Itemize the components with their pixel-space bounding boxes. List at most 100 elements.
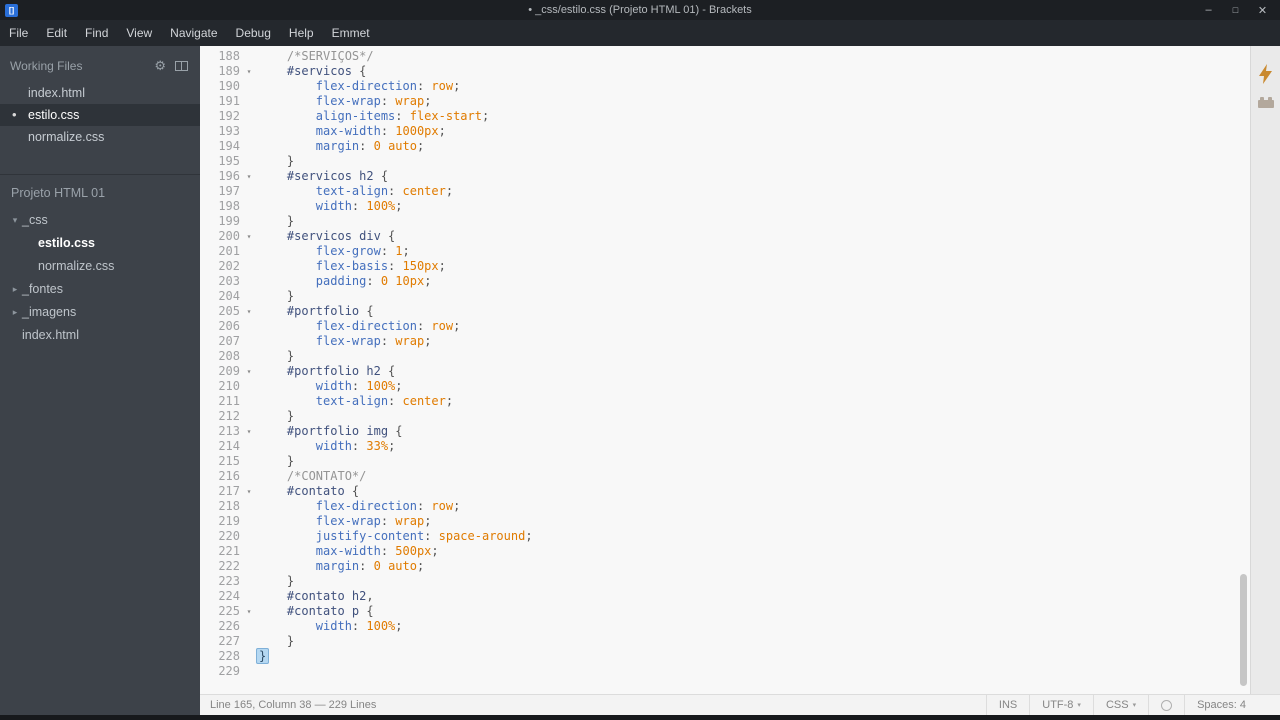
indent-label: Spaces: 4 bbox=[1197, 699, 1246, 711]
fold-gutter bbox=[240, 559, 258, 574]
fold-arrow-icon[interactable]: ▾ bbox=[240, 169, 258, 184]
code-text: align-items: flex-start; bbox=[315, 109, 490, 123]
fold-gutter bbox=[240, 214, 258, 229]
menu-navigate[interactable]: Navigate bbox=[161, 20, 226, 46]
fold-gutter bbox=[240, 259, 258, 274]
line-number: 228 bbox=[218, 649, 240, 663]
working-file-normalize.css[interactable]: normalize.css bbox=[0, 126, 200, 148]
fold-arrow-icon[interactable]: ▾ bbox=[240, 424, 258, 439]
close-button[interactable]: ✕ bbox=[1249, 0, 1276, 20]
code-text: } bbox=[258, 214, 295, 228]
tree-label: _imagens bbox=[22, 305, 77, 319]
language-selector[interactable]: CSS ▾ bbox=[1092, 695, 1148, 715]
right-toolbar bbox=[1250, 46, 1280, 694]
line-number: 215 bbox=[218, 454, 240, 468]
code-text: #servicos h2 { bbox=[286, 169, 389, 183]
tree-folder-_css[interactable]: ▾ _css bbox=[0, 209, 200, 232]
fold-gutter bbox=[240, 154, 258, 169]
menu-emmet[interactable]: Emmet bbox=[323, 20, 379, 46]
working-files-header-row: Working Files ⚙ bbox=[0, 46, 200, 82]
fold-gutter bbox=[240, 289, 258, 304]
minimize-button[interactable]: – bbox=[1195, 0, 1222, 20]
menu-file[interactable]: File bbox=[0, 20, 37, 46]
line-number: 213 bbox=[218, 424, 240, 438]
titlebar[interactable]: [] • _css/estilo.css (Projeto HTML 01) -… bbox=[0, 0, 1280, 20]
tree-file-normalize.css[interactable]: normalize.css bbox=[0, 255, 200, 278]
working-file-index.html[interactable]: index.html bbox=[0, 82, 200, 104]
line-number: 194 bbox=[218, 139, 240, 153]
code-line-193: 193 max-width: 1000px; bbox=[200, 124, 1250, 139]
code-line-219: 219 flex-wrap: wrap; bbox=[200, 514, 1250, 529]
fold-arrow-icon[interactable]: ▾ bbox=[240, 364, 258, 379]
code-text: /*SERVIÇOS*/ bbox=[286, 49, 374, 63]
line-number: 209 bbox=[218, 364, 240, 378]
code-line-220: 220 justify-content: space-around; bbox=[200, 529, 1250, 544]
code-text: } bbox=[258, 409, 295, 423]
encoding-selector[interactable]: UTF-8 ▾ bbox=[1029, 695, 1093, 715]
unsaved-dot: • bbox=[12, 107, 17, 122]
disclosure-expanded-icon[interactable]: ▾ bbox=[8, 209, 22, 232]
code-text: #servicos { bbox=[286, 64, 367, 78]
editor-scrollbar-thumb[interactable] bbox=[1240, 574, 1247, 686]
code-text: } bbox=[258, 574, 295, 588]
line-number: 200 bbox=[218, 229, 240, 243]
line-number: 198 bbox=[218, 199, 240, 213]
code-line-197: 197 text-align: center; bbox=[200, 184, 1250, 199]
fold-gutter bbox=[240, 349, 258, 364]
fold-gutter bbox=[240, 529, 258, 544]
window-bottom-edge bbox=[0, 715, 1280, 720]
menu-edit[interactable]: Edit bbox=[37, 20, 76, 46]
indent-setting[interactable]: Spaces: 4 bbox=[1184, 695, 1280, 715]
live-preview-icon[interactable] bbox=[1258, 64, 1273, 84]
menu-help[interactable]: Help bbox=[280, 20, 323, 46]
menu-debug[interactable]: Debug bbox=[227, 20, 280, 46]
disclosure-collapsed-icon[interactable]: ▸ bbox=[8, 301, 22, 324]
tree-file-index.html[interactable]: index.html bbox=[0, 324, 200, 347]
code-line-209: 209 ▾ #portfolio h2 { bbox=[200, 364, 1250, 379]
split-view-icon[interactable] bbox=[175, 61, 188, 71]
menu-find[interactable]: Find bbox=[76, 20, 117, 46]
line-number: 220 bbox=[218, 529, 240, 543]
project-title[interactable]: Projeto HTML 01 bbox=[0, 175, 200, 209]
menubar: File Edit Find View Navigate Debug Help Emmet bbox=[0, 20, 1280, 46]
tree-folder-_fontes[interactable]: ▸ _fontes bbox=[0, 278, 200, 301]
line-number: 225 bbox=[218, 604, 240, 618]
fold-gutter bbox=[240, 109, 258, 124]
fold-arrow-icon[interactable]: ▾ bbox=[240, 484, 258, 499]
disclosure-collapsed-icon[interactable]: ▸ bbox=[8, 278, 22, 301]
code-text: flex-wrap: wrap; bbox=[315, 334, 432, 348]
line-number: 217 bbox=[218, 484, 240, 498]
working-files-list: index.html • estilo.css normalize.css bbox=[0, 82, 200, 148]
code-text: #servicos div { bbox=[286, 229, 396, 243]
fold-arrow-icon[interactable]: ▾ bbox=[240, 229, 258, 244]
extension-manager-icon[interactable] bbox=[1257, 96, 1275, 109]
chevron-down-icon: ▾ bbox=[1077, 702, 1081, 709]
tree-file-estilo.css[interactable]: estilo.css bbox=[0, 232, 200, 255]
tree-label: _css bbox=[22, 213, 48, 227]
working-file-estilo.css[interactable]: • estilo.css bbox=[0, 104, 200, 126]
editor[interactable]: 188 /*SERVIÇOS*/189 ▾ #servicos {190 flex… bbox=[200, 46, 1250, 694]
fold-gutter bbox=[240, 439, 258, 454]
file-label: estilo.css bbox=[28, 108, 80, 122]
fold-arrow-icon[interactable]: ▾ bbox=[240, 604, 258, 619]
restore-button[interactable]: □ bbox=[1222, 0, 1249, 20]
menu-view[interactable]: View bbox=[117, 20, 161, 46]
code-line-199: 199 } bbox=[200, 214, 1250, 229]
fold-gutter bbox=[240, 574, 258, 589]
insert-mode-toggle[interactable]: INS bbox=[985, 695, 1029, 715]
fold-gutter bbox=[240, 544, 258, 559]
code-line-212: 212 } bbox=[200, 409, 1250, 424]
line-number: 211 bbox=[218, 394, 240, 408]
code-line-198: 198 width: 100%; bbox=[200, 199, 1250, 214]
fold-gutter bbox=[240, 274, 258, 289]
line-number: 188 bbox=[218, 49, 240, 63]
fold-arrow-icon[interactable]: ▾ bbox=[240, 304, 258, 319]
line-number: 195 bbox=[218, 154, 240, 168]
gear-icon[interactable]: ⚙ bbox=[154, 60, 166, 73]
lint-status[interactable] bbox=[1148, 695, 1184, 715]
tree-label: _fontes bbox=[22, 282, 64, 296]
tree-folder-_imagens[interactable]: ▸ _imagens bbox=[0, 301, 200, 324]
line-number: 201 bbox=[218, 244, 240, 258]
fold-arrow-icon[interactable]: ▾ bbox=[240, 64, 258, 79]
code-line-214: 214 width: 33%; bbox=[200, 439, 1250, 454]
